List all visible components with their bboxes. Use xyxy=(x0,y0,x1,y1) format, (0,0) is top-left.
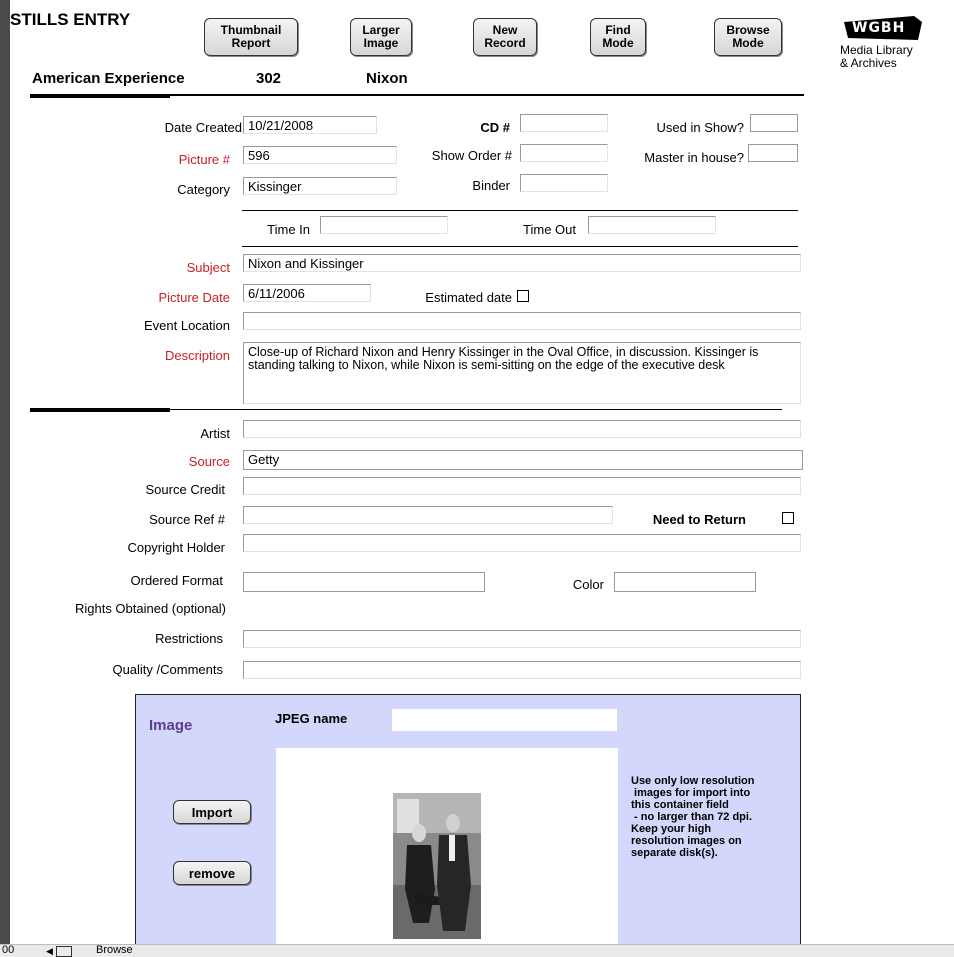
zoom-level[interactable]: 00 xyxy=(2,944,14,956)
thumbnail-report-button[interactable]: Thumbnail Report xyxy=(204,18,298,56)
restrictions-field[interactable] xyxy=(243,630,801,648)
estimated-date-checkbox[interactable] xyxy=(517,290,529,302)
larger-image-button[interactable]: Larger Image xyxy=(350,18,412,56)
color-label: Color xyxy=(572,577,604,592)
time-in-field[interactable] xyxy=(320,216,448,234)
logo-caption: Media Library & Archives xyxy=(840,44,913,70)
photo-thumbnail xyxy=(393,793,481,939)
show-order-field[interactable] xyxy=(520,144,608,162)
category-field[interactable]: Kissinger xyxy=(243,177,397,195)
show-order-label: Show Order # xyxy=(431,148,512,163)
picture-date-label: Picture Date xyxy=(158,290,230,305)
artist-label: Artist xyxy=(200,426,230,441)
source-credit-label: Source Credit xyxy=(145,482,225,497)
header-divider-accent xyxy=(30,94,170,98)
mode-arrow-icon[interactable]: ◀ xyxy=(46,946,53,957)
new-record-button[interactable]: New Record xyxy=(473,18,537,56)
source-credit-field[interactable] xyxy=(243,477,801,495)
color-field[interactable] xyxy=(614,572,756,592)
layout-toggle-icon[interactable] xyxy=(56,946,72,957)
logo-line2: & Archives xyxy=(840,56,897,70)
cd-number-label: CD # xyxy=(480,120,510,135)
section-divider-accent xyxy=(30,408,170,412)
master-in-house-label: Master in house? xyxy=(644,150,744,165)
category-label: Category xyxy=(177,182,230,197)
restrictions-label: Restrictions xyxy=(155,631,223,646)
jpeg-name-field[interactable] xyxy=(392,709,617,731)
time-top-divider xyxy=(242,210,798,211)
import-button[interactable]: Import xyxy=(173,800,251,824)
need-to-return-checkbox[interactable] xyxy=(782,512,794,524)
binder-field[interactable] xyxy=(520,174,608,192)
description-field[interactable]: Close-up of Richard Nixon and Henry Kiss… xyxy=(243,342,801,404)
picture-date-field[interactable]: 6/11/2006 xyxy=(243,284,371,302)
find-mode-button[interactable]: Find Mode xyxy=(590,18,646,56)
copyright-holder-field[interactable] xyxy=(243,534,801,552)
subject-field[interactable]: Nixon and Kissinger xyxy=(243,254,801,272)
layout-window: STILLS ENTRY Thumbnail Report Larger Ima… xyxy=(10,0,954,956)
copyright-holder-label: Copyright Holder xyxy=(127,540,225,555)
quality-comments-field[interactable] xyxy=(243,661,801,679)
mode-indicator: Browse xyxy=(96,944,133,956)
episode-title: Nixon xyxy=(366,70,408,87)
source-field[interactable]: Getty xyxy=(243,450,803,470)
rights-obtained-label: Rights Obtained (optional) xyxy=(74,601,226,616)
used-in-show-label: Used in Show? xyxy=(656,120,744,135)
browse-mode-button[interactable]: Browse Mode xyxy=(714,18,782,56)
source-label: Source xyxy=(188,454,230,469)
source-ref-label: Source Ref # xyxy=(149,512,225,527)
ordered-format-field[interactable] xyxy=(243,572,485,592)
used-in-show-field[interactable] xyxy=(750,114,798,132)
date-created-label: Date Created xyxy=(164,120,242,135)
resolution-note: Use only low resolution images for impor… xyxy=(631,775,755,859)
episode-number: 302 xyxy=(256,70,282,87)
wgbh-logo-text: WGBH xyxy=(852,20,906,36)
image-container[interactable] xyxy=(276,748,618,956)
estimated-date-label: Estimated date xyxy=(425,290,512,305)
status-bar: 00 ◀ Browse xyxy=(0,944,954,957)
date-created-field[interactable]: 10/21/2008 xyxy=(243,116,377,134)
image-panel: Image JPEG name Import remove Use only l… xyxy=(135,694,801,956)
binder-label: Binder xyxy=(472,178,510,193)
description-label: Description xyxy=(164,348,230,363)
artist-field[interactable] xyxy=(243,420,801,438)
cd-number-field[interactable] xyxy=(520,114,608,132)
remove-button[interactable]: remove xyxy=(173,861,251,885)
layout-title: STILLS ENTRY xyxy=(10,10,131,29)
ordered-format-label: Ordered Format xyxy=(130,573,223,588)
event-location-label: Event Location xyxy=(143,318,230,333)
time-bottom-divider xyxy=(242,246,798,247)
jpeg-name-label: JPEG name xyxy=(275,711,348,726)
time-out-field[interactable] xyxy=(588,216,716,234)
series-title: American Experience xyxy=(32,70,185,87)
subject-label: Subject xyxy=(186,260,230,275)
picture-number-label: Picture # xyxy=(178,152,230,167)
wgbh-logo: WGBH xyxy=(844,16,922,40)
need-to-return-label: Need to Return xyxy=(652,512,746,527)
picture-number-field[interactable]: 596 xyxy=(243,146,397,164)
event-location-field[interactable] xyxy=(243,312,801,330)
quality-comments-label: Quality /Comments xyxy=(112,662,223,677)
source-ref-field[interactable] xyxy=(243,506,613,524)
image-heading: Image xyxy=(149,717,193,734)
time-out-label: Time Out xyxy=(523,222,576,237)
master-in-house-field[interactable] xyxy=(748,144,798,162)
time-in-label: Time In xyxy=(267,222,310,237)
